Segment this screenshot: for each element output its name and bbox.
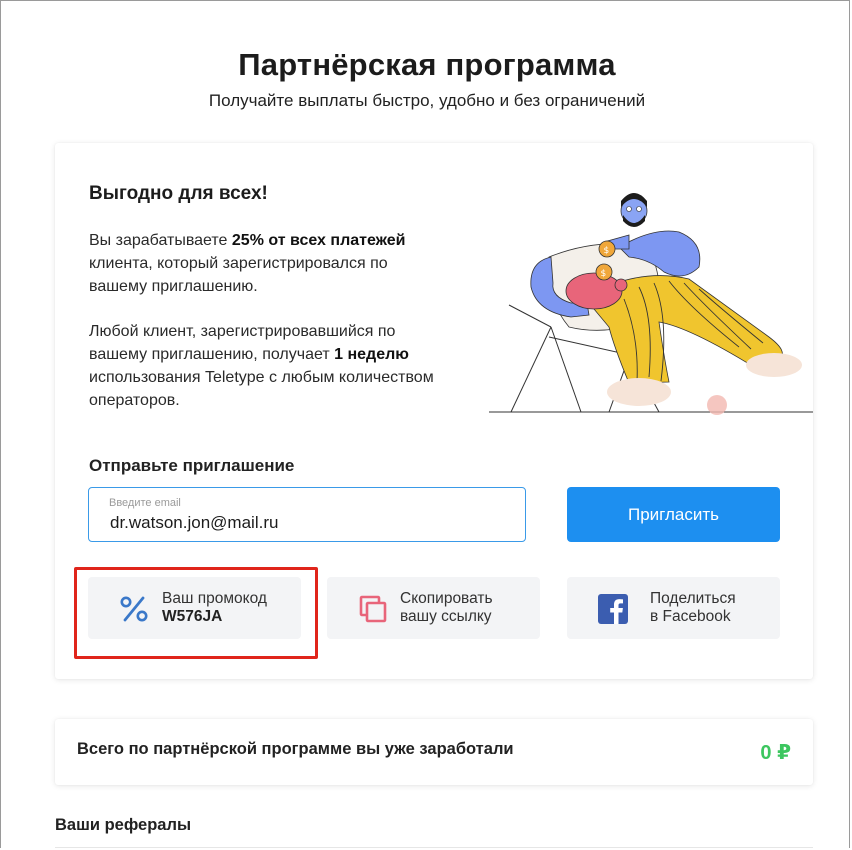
svg-text:$: $ — [604, 246, 610, 256]
svg-text:$: $ — [601, 269, 607, 279]
copy-link-button[interactable]: Скопировать вашу ссылку — [327, 577, 540, 639]
page-frame: Партнёрская программа Получайте выплаты … — [0, 0, 850, 848]
invite-label: Отправьте приглашение — [89, 456, 295, 475]
referrals-table-top — [55, 847, 813, 848]
man-with-piggy-bank-illustration: $ $ — [489, 193, 813, 415]
share-facebook-button[interactable]: Поделиться в Facebook — [567, 577, 780, 639]
earnings-label: Всего по партнёрской программе вы уже за… — [77, 740, 514, 758]
page-subtitle: Получайте выплаты быстро, удобно и без о… — [208, 91, 646, 110]
copy-link-line1: Скопировать — [400, 590, 493, 607]
referrals-title: Ваши рефералы — [55, 816, 192, 834]
email-value[interactable]: dr.watson.jon@mail.ru — [110, 513, 278, 533]
client-bonus-period: 1 неделю — [334, 346, 409, 363]
share-facebook-text: Поделиться в Facebook — [650, 590, 736, 626]
facebook-icon — [598, 594, 628, 624]
earning-description-text: Вы зарабатываете — [89, 232, 232, 249]
benefits-title: Выгодно для всех! — [89, 183, 268, 204]
email-placeholder: Введите email — [109, 497, 181, 509]
share-facebook-line2: в Facebook — [650, 608, 731, 625]
earning-description: Вы зарабатываете 25% от всех платежей кл… — [89, 229, 449, 298]
client-bonus-description: Любой клиент, зарегистрировавшийся по ва… — [89, 320, 449, 412]
earnings-value: 0 ₽ — [760, 742, 791, 764]
page-title: Партнёрская программа — [238, 47, 616, 82]
copy-link-line2: вашу ссылку — [400, 608, 492, 625]
promo-code-highlight — [74, 567, 318, 659]
client-bonus-tail: использования Teletype с любым количеств… — [89, 369, 434, 409]
earning-description-tail: клиента, который зарегистрировался по ва… — [89, 255, 388, 295]
email-input[interactable]: Введите email dr.watson.jon@mail.ru — [88, 487, 526, 542]
copy-link-text: Скопировать вашу ссылку — [400, 590, 493, 626]
earning-percent: 25% от всех платежей — [231, 232, 406, 249]
earnings-card: Всего по партнёрской программе вы уже за… — [55, 719, 813, 785]
invite-button[interactable]: Пригласить — [567, 487, 780, 542]
copy-icon — [359, 595, 387, 623]
share-facebook-line1: Поделиться — [650, 590, 736, 607]
